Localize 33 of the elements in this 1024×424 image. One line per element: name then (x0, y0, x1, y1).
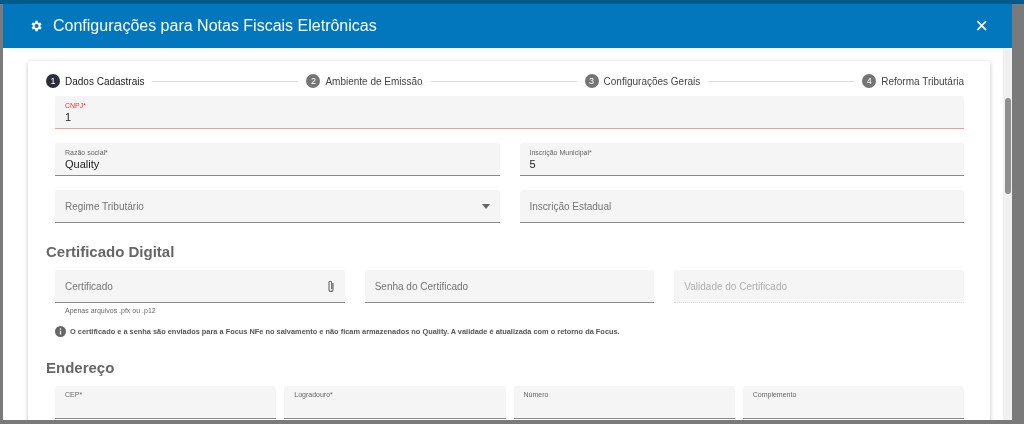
field-placeholder: Senha do Certificado (374, 280, 469, 292)
field-placeholder: Regime Tributário (65, 200, 144, 212)
step-number: 4 (862, 74, 877, 88)
close-button[interactable]: × (971, 15, 992, 37)
stepper-step[interactable]: 1 Dados Cadastrais (46, 74, 145, 88)
step-label: Dados Cadastrais (65, 75, 145, 87)
stepper-step[interactable]: 2 Ambiente de Emissão (306, 74, 423, 88)
dropdown-caret-icon (481, 203, 490, 209)
step-number: 2 (306, 74, 321, 88)
section-title: Endereço (46, 359, 116, 376)
step-label: Reforma Tributária (881, 75, 964, 87)
info-icon (55, 326, 66, 337)
paperclip-icon (326, 279, 335, 293)
dropdown-field[interactable]: Regime Tributário (55, 190, 500, 223)
field-value: Quality (65, 157, 101, 170)
input-field[interactable]: Senha do Certificado (364, 270, 655, 303)
field-placeholder: Validade do Certificado (684, 280, 787, 292)
field-value: 5 (529, 157, 537, 170)
scrollbar[interactable] (1003, 48, 1012, 420)
section-title: Certificado Digital (46, 243, 176, 260)
input-field[interactable]: Inscrição Estadual (519, 190, 964, 223)
field-placeholder: Certificado (65, 280, 113, 292)
step-number: 1 (46, 74, 60, 88)
step-number: 3 (584, 74, 599, 88)
step-label: Ambiente de Emissão (325, 75, 423, 87)
settings-icon (29, 19, 43, 33)
field-value: 1 (65, 110, 73, 123)
dialog-title: Configurações para Notas Fiscais Eletrônicas (53, 17, 378, 35)
stepper-step[interactable]: 3 Configurações Gerais (584, 74, 701, 88)
field-placeholder: Inscrição Estadual (529, 200, 612, 212)
stepper-step[interactable]: 4 Reforma Tributária (862, 74, 964, 88)
file-field[interactable]: Certificado (55, 270, 345, 303)
step-label: Configurações Gerais (603, 75, 701, 87)
